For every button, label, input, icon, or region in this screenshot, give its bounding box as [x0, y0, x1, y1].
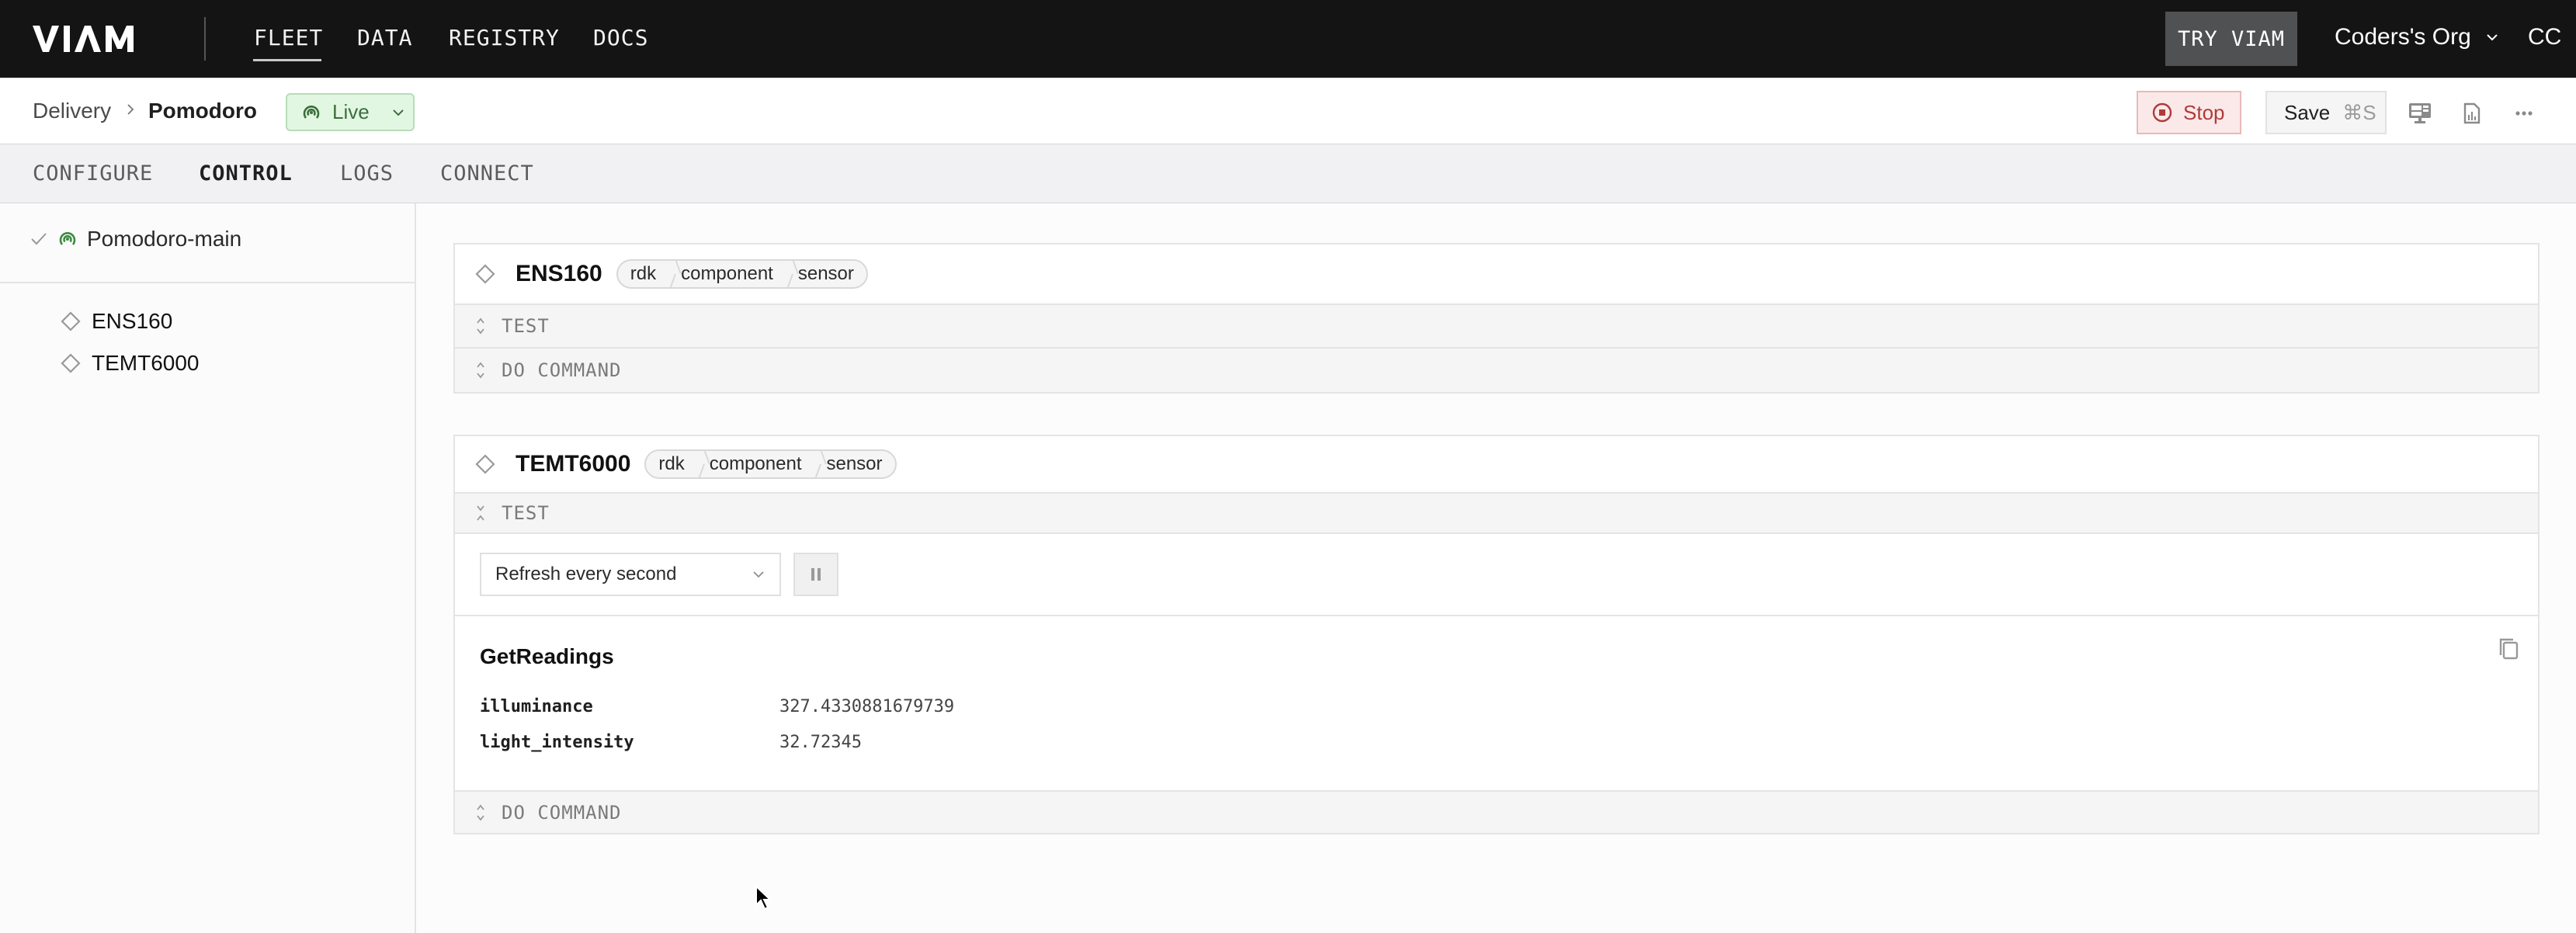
- api-badge: rdk component sensor: [616, 259, 868, 289]
- stop-label: Stop: [2183, 100, 2225, 124]
- section-label: DO COMMAND: [502, 801, 622, 824]
- readings-title: GetReadings: [480, 644, 614, 668]
- component-diamond-icon: [61, 353, 81, 373]
- component-name: ENS160: [516, 261, 602, 286]
- nav-fleet[interactable]: FLEET: [254, 25, 323, 50]
- sidebar-robot-name: Pomodoro-main: [87, 227, 242, 251]
- nav-docs[interactable]: DOCS: [593, 25, 648, 50]
- tab-configure[interactable]: CONFIGURE: [33, 161, 153, 186]
- component-diamond-icon: [475, 264, 495, 284]
- api-subtype: sensor: [814, 451, 894, 477]
- component-card-ens160: ENS160 rdk component sensor TEST DO COMM…: [453, 243, 2540, 394]
- save-label: Save: [2284, 100, 2331, 124]
- card-header: ENS160 rdk component sensor: [455, 245, 2538, 305]
- save-button[interactable]: Save ⌘S: [2265, 91, 2387, 134]
- api-type: component: [668, 261, 786, 287]
- tab-connect[interactable]: CONNECT: [440, 161, 534, 186]
- chevron-down-icon: [2487, 34, 2498, 41]
- live-status-label: Live: [332, 100, 370, 123]
- viam-logo[interactable]: [33, 26, 157, 52]
- reading-key: light_intensity: [480, 733, 634, 752]
- component-diamond-icon: [61, 311, 81, 331]
- section-label: TEST: [502, 315, 550, 337]
- document-chart-icon: [2463, 102, 2481, 124]
- collapse-icon: [477, 505, 484, 521]
- robot-tabs: CONFIGURE CONTROL LOGS CONNECT: [0, 144, 2576, 203]
- stop-icon: [2152, 102, 2172, 123]
- pause-button[interactable]: [793, 553, 838, 596]
- document-chart-button[interactable]: [2459, 100, 2485, 127]
- sidebar-robot[interactable]: Pomodoro-main: [30, 227, 241, 251]
- component-diamond-icon: [475, 454, 495, 474]
- breadcrumb-location[interactable]: Delivery: [33, 99, 111, 123]
- sidebar-item-label: ENS160: [92, 309, 173, 333]
- reading-key: illuminance: [480, 697, 593, 716]
- save-shortcut: ⌘S: [2342, 100, 2376, 124]
- reading-value: 32.72345: [779, 733, 862, 752]
- section-label: DO COMMAND: [502, 359, 622, 381]
- sidebar-item-ens160[interactable]: ENS160: [61, 309, 172, 334]
- card-header: TEMT6000 rdk component sensor: [455, 436, 2538, 494]
- breadcrumb-robot: Pomodoro: [148, 99, 257, 123]
- monitor-button[interactable]: [2407, 100, 2433, 127]
- copy-icon[interactable]: [2496, 635, 2522, 661]
- try-viam-button[interactable]: TRY VIAM: [2165, 12, 2297, 66]
- live-signal-icon: [303, 105, 320, 119]
- reading-value: 327.4330881679739: [779, 697, 955, 716]
- nav-data[interactable]: DATA: [357, 25, 412, 50]
- mouse-cursor-icon: [755, 885, 772, 910]
- sidebar-item-temt6000[interactable]: TEMT6000: [61, 351, 200, 376]
- api-type: component: [697, 451, 814, 477]
- api-subtype: sensor: [786, 261, 866, 287]
- refresh-rate-value: Refresh every second: [495, 564, 677, 584]
- refresh-rate-select[interactable]: Refresh every second: [480, 553, 781, 596]
- tab-logs[interactable]: LOGS: [340, 161, 394, 186]
- monitor-icon: [2409, 103, 2431, 123]
- nav-registry[interactable]: REGISTRY: [449, 25, 560, 50]
- pause-icon: [811, 568, 821, 581]
- more-options-button[interactable]: [2511, 100, 2537, 127]
- nav-active-underline: [253, 59, 321, 61]
- org-name: Coders's Org: [2335, 24, 2471, 50]
- org-selector[interactable]: Coders's Org: [2335, 24, 2499, 50]
- do-command-section-toggle[interactable]: DO COMMAND: [455, 349, 2538, 392]
- robot-header: Delivery Pomodoro Live Stop Save ⌘S: [0, 78, 2576, 144]
- chevron-down-icon: [392, 109, 404, 116]
- sidebar-divider: [0, 282, 415, 283]
- api-badge: rdk component sensor: [644, 449, 897, 479]
- expand-icon: [477, 362, 484, 379]
- section-label: TEST: [502, 502, 550, 524]
- component-name: TEMT6000: [516, 451, 631, 477]
- test-section-toggle[interactable]: TEST: [455, 305, 2538, 349]
- do-command-section-toggle[interactable]: DO COMMAND: [455, 792, 2538, 833]
- nav-divider: [204, 17, 206, 61]
- test-section-toggle[interactable]: TEST: [455, 494, 2538, 534]
- readings-panel: GetReadings illuminance 327.433088167973…: [455, 616, 2538, 792]
- more-icon: [2515, 111, 2533, 116]
- sidebar-item-label: TEMT6000: [92, 351, 200, 375]
- chevron-down-icon: [753, 571, 764, 578]
- sidebar: Pomodoro-main ENS160 TEMT6000: [0, 203, 416, 933]
- expand-icon: [477, 317, 484, 335]
- chevron-right-icon: [127, 104, 134, 115]
- user-avatar[interactable]: CC: [2528, 24, 2561, 50]
- live-signal-icon: [59, 232, 76, 245]
- stop-button[interactable]: Stop: [2137, 91, 2241, 134]
- top-navigation: FLEET DATA REGISTRY DOCS TRY VIAM Coders…: [0, 0, 2576, 78]
- tab-control[interactable]: CONTROL: [199, 161, 293, 186]
- live-status-dropdown[interactable]: Live: [286, 93, 415, 131]
- component-card-temt6000: TEMT6000 rdk component sensor TEST Refre…: [453, 435, 2540, 834]
- expand-icon: [477, 804, 484, 820]
- test-controls: Refresh every second: [455, 534, 2538, 616]
- check-icon: [31, 233, 47, 245]
